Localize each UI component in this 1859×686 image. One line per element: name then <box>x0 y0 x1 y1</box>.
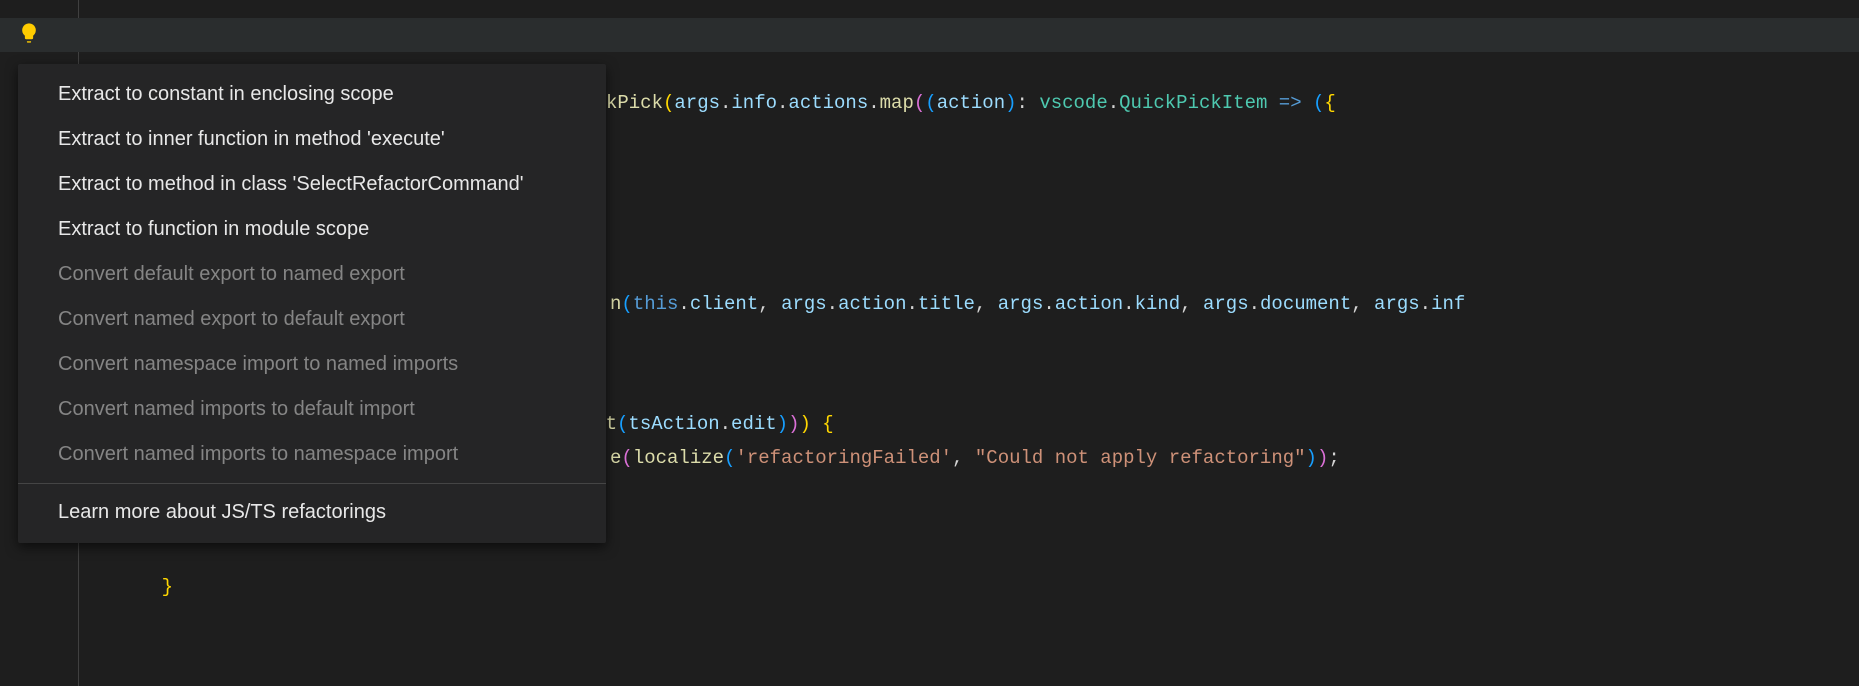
code-token: args <box>781 293 827 315</box>
refactor-context-menu: Extract to constant in enclosing scopeEx… <box>18 64 606 543</box>
code-token: , <box>975 293 986 315</box>
code-token: 'refactoringFailed' <box>735 447 952 469</box>
code-token: , <box>1180 293 1191 315</box>
code-token: this <box>633 293 679 315</box>
code-token <box>1192 293 1203 315</box>
code-line-11[interactable]: e(localize('refactoringFailed', "Could n… <box>610 441 1340 475</box>
code-token: edit <box>731 413 777 435</box>
code-token: ( <box>621 447 632 469</box>
code-token: ) <box>1306 447 1317 469</box>
code-token: info <box>731 92 777 114</box>
code-token: . <box>678 293 689 315</box>
code-token: ) <box>777 413 788 435</box>
code-token: ) <box>1005 92 1016 114</box>
lightbulb-icon[interactable] <box>18 22 40 44</box>
code-token: e <box>610 447 621 469</box>
code-token: args <box>1203 293 1249 315</box>
code-token: ( <box>621 293 632 315</box>
code-token: action <box>838 293 906 315</box>
code-line-13[interactable]: } <box>116 536 173 638</box>
code-token: action <box>937 92 1005 114</box>
code-token: . <box>720 92 731 114</box>
code-token: "Could not apply refactoring" <box>975 447 1306 469</box>
refactor-menu-item: Convert default export to named export <box>18 252 606 297</box>
code-token: . <box>1043 293 1054 315</box>
code-token: ( <box>925 92 936 114</box>
code-token: ( <box>1313 92 1324 114</box>
code-token <box>963 447 974 469</box>
code-token: inf <box>1431 293 1465 315</box>
code-token: { <box>822 413 833 435</box>
refactor-menu-item: Convert namespace import to named import… <box>18 342 606 387</box>
code-token: args <box>1374 293 1420 315</box>
code-token <box>811 413 822 435</box>
code-token: : <box>1017 92 1028 114</box>
code-token: ) <box>1317 447 1328 469</box>
code-token <box>1363 293 1374 315</box>
menu-separator <box>18 483 606 484</box>
code-token: title <box>918 293 975 315</box>
refactor-menu-item: Convert named imports to namespace impor… <box>18 432 606 477</box>
code-token: ( <box>663 92 674 114</box>
code-token: , <box>1351 293 1362 315</box>
code-token: localize <box>633 447 724 469</box>
code-token: map <box>880 92 914 114</box>
code-token: ) <box>788 413 799 435</box>
code-token <box>770 293 781 315</box>
code-token: vscode <box>1039 92 1107 114</box>
code-token: . <box>1108 92 1119 114</box>
code-token: tsAction <box>628 413 719 435</box>
code-token: client <box>690 293 758 315</box>
code-token: . <box>1249 293 1260 315</box>
code-token <box>1267 92 1278 114</box>
code-token: ( <box>914 92 925 114</box>
code-token: , <box>952 447 963 469</box>
code-token: . <box>868 92 879 114</box>
code-token: => <box>1279 92 1302 114</box>
code-token: actions <box>788 92 868 114</box>
code-token: . <box>1420 293 1431 315</box>
code-token: , <box>758 293 769 315</box>
code-token: n <box>610 293 621 315</box>
code-token: action <box>1055 293 1123 315</box>
refactor-menu-item: Convert named export to default export <box>18 297 606 342</box>
refactor-menu-item[interactable]: Extract to inner function in method 'exe… <box>18 117 606 162</box>
code-token: { <box>1324 92 1335 114</box>
code-token: . <box>907 293 918 315</box>
code-token: ( <box>724 447 735 469</box>
code-token: args <box>674 92 720 114</box>
refactor-menu-item[interactable]: Extract to method in class 'SelectRefact… <box>18 162 606 207</box>
code-line-7[interactable]: n(this.client, args.action.title, args.a… <box>610 287 1465 321</box>
code-token <box>986 293 997 315</box>
code-token: ( <box>617 413 628 435</box>
code-token: ; <box>1328 447 1339 469</box>
learn-more-link[interactable]: Learn more about JS/TS refactorings <box>18 490 606 535</box>
code-token: . <box>1123 293 1134 315</box>
close-brace: } <box>162 576 173 598</box>
code-token <box>1302 92 1313 114</box>
refactor-menu-item[interactable]: Extract to constant in enclosing scope <box>18 72 606 117</box>
refactor-menu-item: Convert named imports to default import <box>18 387 606 432</box>
code-token <box>1028 92 1039 114</box>
code-token: . <box>720 413 731 435</box>
code-token: . <box>827 293 838 315</box>
refactor-menu-item[interactable]: Extract to function in module scope <box>18 207 606 252</box>
code-token: QuickPickItem <box>1119 92 1267 114</box>
code-token: args <box>998 293 1044 315</box>
code-token: . <box>777 92 788 114</box>
code-token: document <box>1260 293 1351 315</box>
code-token: kind <box>1135 293 1181 315</box>
code-token: ) <box>799 413 810 435</box>
